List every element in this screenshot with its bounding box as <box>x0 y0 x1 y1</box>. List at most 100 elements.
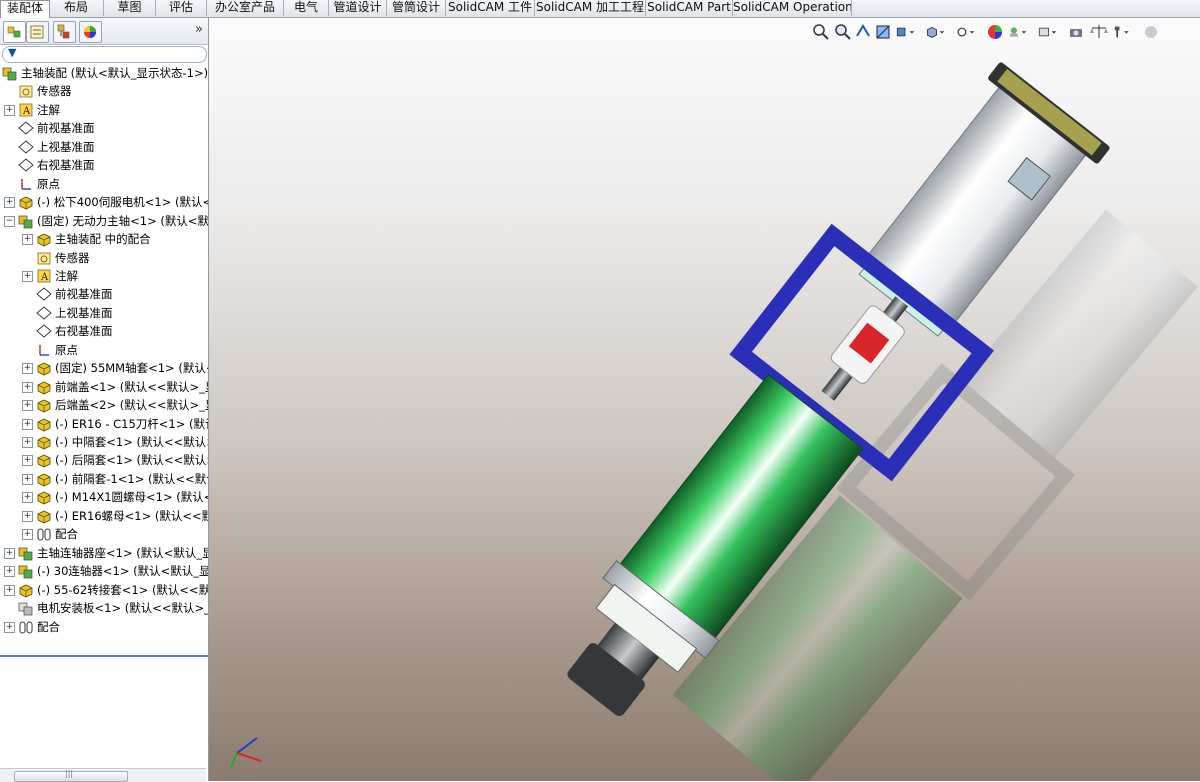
tab-property-manager[interactable] <box>26 21 49 43</box>
display-manager-icon <box>84 26 96 38</box>
plane-icon <box>18 120 34 136</box>
horizontal-scrollbar[interactable]: ||| <box>0 768 206 782</box>
tab-solidcam-operations[interactable]: SolidCAM Operations <box>733 0 852 16</box>
assembly-icon <box>18 545 34 561</box>
tree-item[interactable]: + (-) 松下400伺服电机<1> (默认<< <box>0 193 208 211</box>
sensor-icon <box>18 83 34 99</box>
tree-item-label: 主轴装配 (默认<默认_显示状态-1>) <box>21 66 208 80</box>
expand-node-button[interactable]: + <box>4 548 15 559</box>
expand-node-button[interactable]: + <box>22 529 33 540</box>
tree-item[interactable]: + A 注解 <box>0 101 208 119</box>
tree-item[interactable]: 右视基准面 <box>0 156 208 174</box>
tree-item[interactable]: + 主轴装配 中的配合 <box>0 230 208 248</box>
scrollbar-thumb[interactable]: ||| <box>14 769 128 782</box>
expand-node-button[interactable]: + <box>4 622 15 633</box>
expand-node-button[interactable]: + <box>22 400 33 411</box>
tree-item-label: 前端盖<1> (默认<<默认>_显 <box>55 380 208 394</box>
expand-node-button[interactable]: + <box>22 437 33 448</box>
expand-node-button[interactable]: + <box>22 419 33 430</box>
tab-layout[interactable]: 布局 <box>49 0 104 16</box>
expand-node-button[interactable]: + <box>22 234 33 245</box>
tree-divider <box>0 655 208 657</box>
expand-node-button[interactable]: + <box>22 511 33 522</box>
tree-item[interactable]: 原点 <box>0 341 208 359</box>
tab-electrical[interactable]: 电气 <box>284 0 329 16</box>
part-icon <box>36 471 52 487</box>
tree-item[interactable]: + 配合 <box>0 525 208 543</box>
tree-item[interactable]: + (固定) 55MM轴套<1> (默认< <box>0 359 208 377</box>
tree-item[interactable]: + (-) ER16螺母<1> (默认<<默认 <box>0 507 208 525</box>
expand-node-button[interactable]: + <box>4 197 15 208</box>
tree-item[interactable]: 上视基准面 <box>0 138 208 156</box>
tree-item[interactable]: + (-) 中隔套<1> (默认<<默认>_ <box>0 433 208 451</box>
tree-item[interactable]: + A 注解 <box>0 267 208 285</box>
tab-solidcam-machining[interactable]: SolidCAM 加工工程 <box>535 0 646 16</box>
tree-item[interactable]: + 前端盖<1> (默认<<默认>_显 <box>0 378 208 396</box>
tab-assembly[interactable]: 装配体 <box>0 0 50 18</box>
part-icon <box>36 231 52 247</box>
expand-node-button[interactable]: + <box>22 474 33 485</box>
expand-node-button[interactable]: + <box>22 271 33 282</box>
assembly-icon <box>18 600 34 616</box>
tree-item-label: (-) 55-62转接套<1> (默认<<默认 <box>37 583 208 597</box>
tree-item[interactable]: 传感器 <box>0 82 208 100</box>
part-icon <box>36 397 52 413</box>
collapse-node-button[interactable]: − <box>4 216 15 227</box>
tree-item[interactable]: + (-) ER16 - C15刀杆<1> (默认 <box>0 415 208 433</box>
assembly-icon <box>18 563 34 579</box>
command-manager-tabs: 装配体 布局 草图 评估 办公室产品 电气 管道设计 管筒设计 SolidCAM… <box>0 0 1200 18</box>
expand-node-button[interactable]: + <box>22 382 33 393</box>
tab-tubing[interactable]: 管筒设计 <box>387 0 446 16</box>
tree-item[interactable]: + 后端盖<2> (默认<<默认>_显 <box>0 396 208 414</box>
tree-item[interactable]: − (固定) 无动力主轴<1> (默认<默认 <box>0 212 208 230</box>
tree-item[interactable]: + 配合 <box>0 618 208 636</box>
tree-item[interactable]: + (-) M14X1圆螺母<1> (默认< <box>0 488 208 506</box>
tree-item-label: 配合 <box>55 527 78 541</box>
tree-item[interactable]: 前视基准面 <box>0 119 208 137</box>
tree-item[interactable]: 传感器 <box>0 249 208 267</box>
tree-item[interactable]: 原点 <box>0 175 208 193</box>
expand-node-button[interactable]: + <box>22 492 33 503</box>
tab-sketch[interactable]: 草图 <box>104 0 156 16</box>
tree-item-label: 注解 <box>55 269 78 283</box>
tab-configuration-manager[interactable] <box>53 21 76 43</box>
tab-feature-manager[interactable] <box>3 21 26 43</box>
tree-item-label: 电机安装板<1> (默认<<默认>_显 <box>37 601 208 615</box>
tree-item[interactable]: + (-) 后隔套<1> (默认<<默认>_ <box>0 451 208 469</box>
expand-node-button[interactable]: + <box>4 105 15 116</box>
tree-item-label: 右视基准面 <box>37 158 95 172</box>
part-icon <box>36 489 52 505</box>
expand-node-button[interactable]: + <box>22 455 33 466</box>
tree-item[interactable]: 前视基准面 <box>0 285 208 303</box>
tree-item-label: (固定) 无动力主轴<1> (默认<默认 <box>37 214 208 228</box>
collapse-panel-button[interactable]: » <box>195 22 203 37</box>
tree-item[interactable]: 电机安装板<1> (默认<<默认>_显 <box>0 599 208 617</box>
tree-item[interactable]: + (-) 前隔套-1<1> (默认<<默认 <box>0 470 208 488</box>
filter-icon[interactable]: ▼ <box>8 46 16 59</box>
mate-icon <box>36 526 52 542</box>
tree-item[interactable]: 上视基准面 <box>0 304 208 322</box>
part-icon <box>36 379 52 395</box>
tree-item[interactable]: 右视基准面 <box>0 322 208 340</box>
plane-icon <box>18 139 34 155</box>
tab-display-manager[interactable] <box>79 21 102 43</box>
expand-node-button[interactable]: + <box>4 585 15 596</box>
tree-root[interactable]: 主轴装配 (默认<默认_显示状态-1>) <box>0 64 208 82</box>
tab-evaluate[interactable]: 评估 <box>156 0 207 16</box>
tab-office-products[interactable]: 办公室产品 <box>207 0 284 16</box>
expand-node-button[interactable]: + <box>22 363 33 374</box>
tree-filter-input[interactable]: ▼ <box>2 46 207 63</box>
tree-item-label: (-) 前隔套-1<1> (默认<<默认 <box>55 472 208 486</box>
annotation-icon: A <box>18 102 34 118</box>
tree-item[interactable]: + (-) 55-62转接套<1> (默认<<默认 <box>0 581 208 599</box>
part-icon <box>18 194 34 210</box>
graphics-viewport[interactable] <box>209 18 1200 781</box>
tab-piping[interactable]: 管道设计 <box>329 0 387 16</box>
assembly-icon <box>18 213 34 229</box>
tab-solidcam-stock[interactable]: SolidCAM 工件 <box>446 0 535 16</box>
assembly-model[interactable] <box>209 18 1200 781</box>
tree-item[interactable]: + 主轴连轴器座<1> (默认<默认_显示 <box>0 544 208 562</box>
tree-item[interactable]: + (-) 30连轴器<1> (默认<默认_显示 <box>0 562 208 580</box>
expand-node-button[interactable]: + <box>4 566 15 577</box>
tab-solidcam-part[interactable]: SolidCAM Part <box>646 0 733 16</box>
